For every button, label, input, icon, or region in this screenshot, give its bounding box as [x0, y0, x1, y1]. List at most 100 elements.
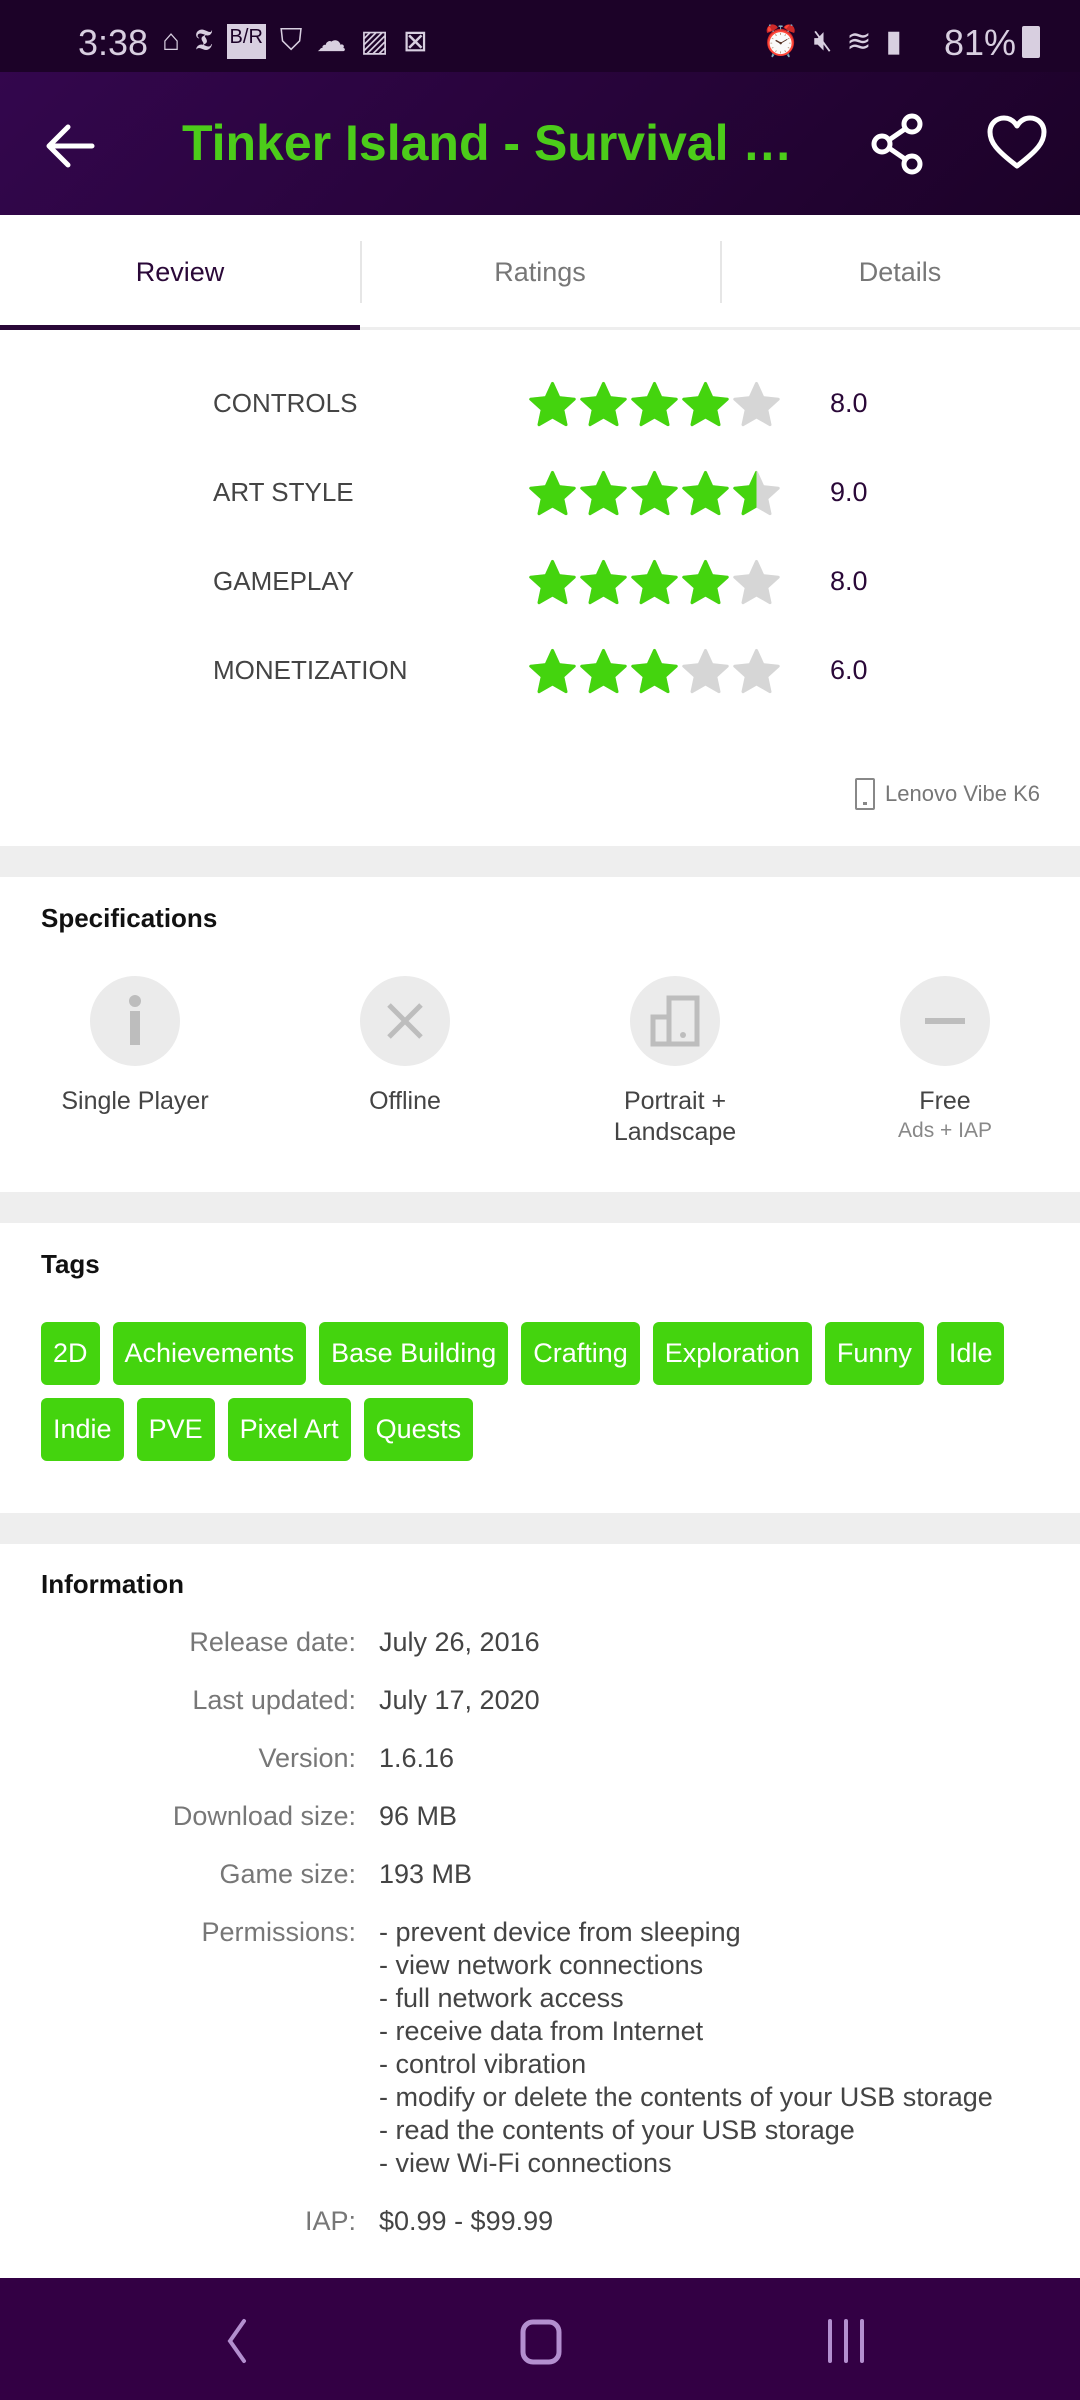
spec-single-player: Single Player: [0, 976, 270, 1117]
info-value: $0.99 - $99.99: [379, 2206, 554, 2236]
image-icon: ▨: [360, 25, 389, 58]
rating-row: GAMEPLAY 8.0: [0, 552, 1080, 612]
star-icon: [580, 559, 627, 605]
specifications-title: Specifications: [41, 903, 218, 933]
single-player-icon: [129, 995, 141, 1045]
rating-label: ART STYLE: [213, 477, 354, 507]
spec-sublabel: Ads + IAP: [898, 1119, 992, 1142]
rating-value: 9.0: [830, 477, 868, 507]
star-icon: [529, 559, 576, 605]
rating-row: CONTROLS 8.0: [0, 374, 1080, 434]
star-icon: [580, 648, 627, 694]
status-time: 3:38: [78, 22, 149, 63]
tab-bar: Review Ratings Details: [0, 215, 1080, 330]
spec-label: Offline: [369, 1087, 441, 1115]
spec-label: Free: [919, 1087, 971, 1115]
info-key: Permissions:: [201, 1917, 356, 1947]
rating-value: 8.0: [830, 566, 868, 596]
tag-chip[interactable]: Quests: [363, 1398, 474, 1461]
info-key: Download size:: [172, 1801, 356, 1831]
rating-value: 6.0: [830, 655, 868, 685]
offline-icon: [387, 1003, 423, 1039]
pocket-icon: ⛉: [279, 24, 303, 57]
br-icon: B/R: [226, 24, 266, 59]
free-icon: [925, 1018, 965, 1024]
spec-price: Free Ads + IAP: [810, 976, 1080, 1145]
star-icon: [580, 381, 627, 427]
rating-label: MONETIZATION: [213, 655, 408, 685]
weather-icon: ☁: [316, 25, 347, 58]
info-row: IAP: $0.99 - $99.99: [0, 2205, 1080, 2238]
tag-chip[interactable]: Crafting: [521, 1322, 640, 1385]
wifi-icon: ≋: [846, 25, 872, 58]
page-title: Tinker Island - Survival Story Adventure: [182, 115, 802, 171]
rating-row: ART STYLE 9.0: [0, 463, 1080, 523]
rating-row: MONETIZATION 6.0: [0, 641, 1080, 701]
info-key: IAP:: [304, 2206, 356, 2236]
spec-label: Single Player: [61, 1087, 209, 1115]
star-rating: [528, 647, 781, 695]
tab-details[interactable]: Details: [720, 215, 1080, 327]
info-row: Version: 1.6.16: [0, 1742, 1080, 1775]
tag-chip[interactable]: PVE: [136, 1398, 215, 1461]
back-button[interactable]: [40, 116, 100, 176]
star-icon: [631, 648, 678, 694]
home-icon: ⌂: [162, 24, 181, 57]
share-button[interactable]: [868, 112, 928, 181]
info-key: Last updated:: [192, 1685, 356, 1715]
star-rating: [528, 469, 781, 517]
device-name: Lenovo Vibe K6: [885, 781, 1040, 806]
spec-offline: Offline: [270, 976, 540, 1117]
tag-chip[interactable]: Base Building: [319, 1322, 509, 1385]
file-x-icon: ⊠: [402, 25, 428, 58]
favorite-button[interactable]: [986, 114, 1048, 175]
info-value: July 17, 2020: [379, 1685, 540, 1715]
nav-back-icon[interactable]: [222, 2318, 252, 2364]
star-icon: [631, 470, 678, 516]
tag-list: 2D Achievements Base Building Crafting Explo…: [41, 1322, 1041, 1461]
system-nav-bar: [0, 2278, 1080, 2400]
info-key: Release date:: [189, 1627, 356, 1657]
orientation-icon: [650, 995, 700, 1047]
heart-icon: [987, 115, 1047, 169]
mute-icon: 🔇︎: [813, 24, 833, 57]
info-key: Version:: [258, 1743, 356, 1773]
notification-icons: ⌂ 𝕿 B/R ⛉ ☁ ▨ ⊠: [162, 24, 428, 59]
star-icon: [733, 470, 780, 516]
info-row: Download size: 96 MB: [0, 1800, 1080, 1833]
info-row: Game size: 193 MB: [0, 1858, 1080, 1891]
star-icon: [733, 648, 780, 694]
section-divider: [0, 1513, 1080, 1544]
star-icon: [682, 381, 729, 427]
star-icon: [682, 470, 729, 516]
status-bar: 3:38 ⌂ 𝕿 B/R ⛉ ☁ ▨ ⊠ ⏰ 🔇︎ ≋ ▮ 81%: [0, 0, 1080, 72]
info-value: 193 MB: [379, 1859, 473, 1889]
tab-review[interactable]: Review: [0, 215, 360, 330]
tag-chip[interactable]: Pixel Art: [227, 1398, 351, 1461]
info-row: Release date: July 26, 2016: [0, 1626, 1080, 1659]
share-icon: [871, 113, 923, 175]
section-divider: [0, 846, 1080, 877]
star-icon: [631, 381, 678, 427]
star-icon: [631, 559, 678, 605]
tag-chip[interactable]: 2D: [41, 1322, 100, 1385]
info-key: Game size:: [219, 1859, 356, 1889]
nav-home-icon[interactable]: [518, 2318, 564, 2366]
section-divider: [0, 1192, 1080, 1223]
spec-label: Portrait + Landscape: [613, 1087, 737, 1146]
tag-chip[interactable]: Funny: [824, 1322, 924, 1385]
tag-chip[interactable]: Exploration: [652, 1322, 812, 1385]
rating-value: 8.0: [830, 388, 868, 418]
star-icon: [733, 559, 780, 605]
tag-chip[interactable]: Idle: [936, 1322, 1005, 1385]
info-row: Permissions: - prevent device from sleepi…: [0, 1916, 1080, 2180]
star-icon: [529, 470, 576, 516]
star-icon: [733, 381, 780, 427]
spec-orientation: Portrait + Landscape: [540, 976, 810, 1148]
tab-ratings[interactable]: Ratings: [360, 215, 720, 327]
tags-title: Tags: [41, 1249, 100, 1279]
tag-chip[interactable]: Indie: [41, 1398, 124, 1461]
tag-chip[interactable]: Achievements: [112, 1322, 307, 1385]
star-rating: [528, 380, 781, 428]
nav-recents-icon[interactable]: [824, 2318, 868, 2364]
